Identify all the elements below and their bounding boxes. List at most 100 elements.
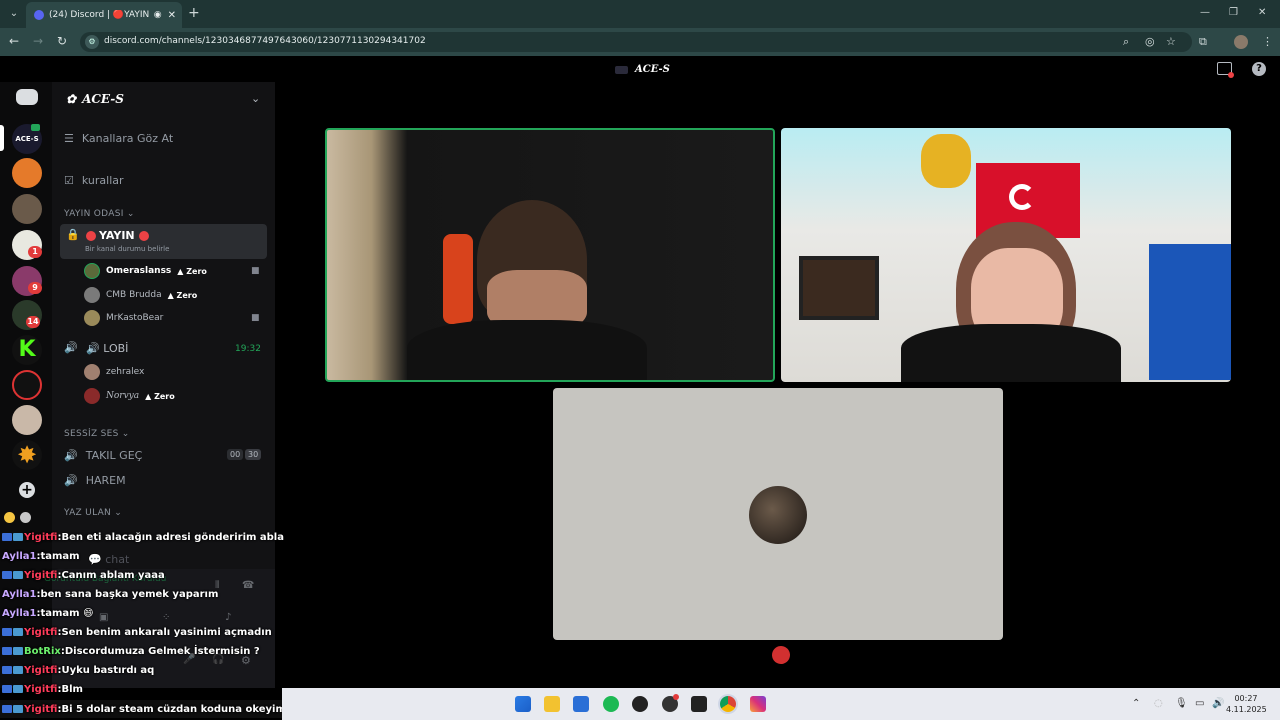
category-sessiz-ses[interactable]: SESSİZ SES ⌄ [64,429,130,439]
server-name: ACE-S [82,92,124,106]
chat-message: Yigitfi : Sen benim ankaralı yasinimi aç… [0,623,272,641]
live-dot-icon [138,230,149,241]
channel-takil-gec[interactable]: 🔊 TAKIL GEÇ [64,449,142,462]
flag-crescent [1009,184,1035,210]
minimize-button[interactable]: — [1200,7,1210,18]
chevron-down-icon[interactable]: ⌄ [251,92,260,105]
streamer-logo-icon [768,642,794,668]
app-title: ACE-S [635,64,670,75]
tracking-protection-icon[interactable]: ◎ [1145,35,1155,48]
chrome-icon[interactable] [720,696,736,712]
platform-badge-icon [2,628,12,636]
browse-channels-item[interactable]: ☰ Kanallara Göz At [64,132,173,145]
chat-message: Yigitfi : Blm [0,680,83,698]
tab-search-icon[interactable]: ⌄ [6,6,22,22]
site-info-icon[interactable]: ⚙ [85,35,99,49]
platform-badge-icon [2,685,12,693]
category-yaz-ulan[interactable]: YAZ ULAN ⌄ [64,508,122,518]
chat-message: Aylla1 : tamam [2,550,80,562]
voice-tile-user[interactable] [553,388,1003,640]
add-server-icon[interactable]: + [19,482,35,498]
tray-overflow-icon[interactable]: ⌃ [1132,698,1140,709]
sub-badge-icon [13,685,23,693]
start-button-icon[interactable] [515,696,531,712]
voice-user[interactable]: Omeraslanss ▲ Zero [84,263,207,279]
spotify-icon[interactable] [603,696,619,712]
file-explorer-icon[interactable] [544,696,560,712]
microphone-icon[interactable]: 🎙 [1175,698,1188,709]
voice-user[interactable]: CMB Brudda ▲ Zero [84,287,197,303]
help-icon[interactable]: ? [1252,62,1266,76]
channel-lobi[interactable]: 🔊 LOBİ [86,342,128,355]
live-indicator-icon [1228,72,1234,78]
volume-icon[interactable]: 🔊 [1212,698,1224,709]
pc-case [1149,244,1231,380]
app-g-icon[interactable] [632,696,648,712]
server-kick-logo-icon[interactable]: K [12,335,42,365]
url-text: discord.com/channels/1230346877497643060… [104,36,426,46]
speaker-active-icon: 🔊 [64,341,78,354]
category-label: SESSİZ SES [64,429,119,439]
person-shirt [407,320,647,380]
voice-user[interactable]: MrKastoBear [84,310,163,326]
checkbox-icon: ☑ [64,174,74,187]
video-tile-streamer-1[interactable] [325,128,775,382]
discord-home-icon[interactable] [16,89,38,105]
avatar [749,486,807,544]
tab-recording-icon: ◉ [153,10,162,20]
browser-tab[interactable]: (24) Discord | 🔴YAYIN ◉ ✕ [26,2,182,28]
tab-close-icon[interactable]: ✕ [168,10,176,21]
avatar [84,310,100,326]
bookmark-star-icon[interactable]: ☆ [1166,35,1176,48]
sub-badge-icon [13,666,23,674]
server-icon-8[interactable] [12,370,42,400]
browser-menu-icon[interactable]: ⋮ [1262,35,1273,48]
back-icon[interactable]: ← [9,34,19,48]
window-close-button[interactable]: ✕ [1258,7,1266,18]
channel-status[interactable]: Bir kanal durumu belirle [85,245,169,253]
speaker-icon: 🔊 [64,449,78,462]
new-tab-button[interactable]: + [188,6,200,20]
instagram-icon[interactable] [750,696,766,712]
voice-user[interactable]: zehralex [84,364,144,380]
server-gear-icon: ✿ [66,92,77,106]
tray-app-icon[interactable]: ◌ [1154,698,1163,709]
avatar [84,263,100,279]
taskbar-clock[interactable]: 00:27 4.11.2025 [1226,693,1267,715]
sub-badge-icon [13,533,23,541]
sub-badge-icon [13,628,23,636]
channel-lobi-label: LOBİ [103,342,129,355]
extensions-icon[interactable]: ⧉ [1199,35,1207,49]
epic-games-icon[interactable] [691,696,707,712]
gaming-chair [443,234,473,324]
channel-harem[interactable]: 🔊 HAREM [64,474,126,487]
plush-toy [921,134,971,188]
voice-timer: 19:32 [235,344,261,354]
forward-icon[interactable]: → [33,34,43,48]
voice-user[interactable]: Norvya ▲ Zero [84,388,175,404]
zoom-icon[interactable]: ⌕ [1123,35,1129,49]
channel-yayin-label: YAYIN [99,229,135,242]
server-icon-9[interactable] [12,405,42,435]
server-header[interactable]: ✿ ACE-S [66,92,124,106]
video-tile-streamer-2[interactable] [781,128,1231,382]
category-yayin-odasi[interactable]: YAYIN ODASI ⌄ [64,209,135,219]
clock-date: 4.11.2025 [1226,705,1267,714]
platform-badge-icon [2,666,12,674]
server-icon-star[interactable]: ✸ [12,440,42,470]
url-bar[interactable]: ⚙ discord.com/channels/12303468774976430… [80,32,1192,52]
server-icon-3[interactable] [12,194,42,224]
server-badge: 14 [26,316,40,328]
server-icon-2[interactable] [12,158,42,188]
network-icon[interactable]: ▭ [1195,698,1204,709]
restore-button[interactable]: ❐ [1229,7,1238,18]
channel-rules[interactable]: ☑ kurallar [64,174,124,187]
profile-avatar-icon[interactable] [1234,35,1248,49]
role-tag: ▲ Zero [167,290,198,300]
store-icon[interactable] [573,696,589,712]
reload-icon[interactable]: ↻ [57,34,67,48]
channel-takil-label: TAKIL GEÇ [85,449,143,462]
badge-icon [20,512,31,523]
chat-message: Yigitfi : Canım ablam yaaa [0,566,165,584]
list-icon: ☰ [64,132,74,145]
